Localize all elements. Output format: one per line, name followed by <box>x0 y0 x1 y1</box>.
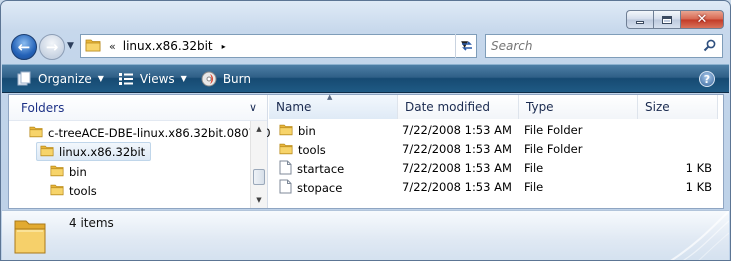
file-name-cell: stopace <box>279 178 342 197</box>
tree-item-bin[interactable]: bin <box>50 162 87 181</box>
folders-pane-header[interactable]: Folders ∨ <box>9 95 267 121</box>
file-icon <box>279 179 292 197</box>
folder-icon <box>279 123 293 139</box>
views-label: Views <box>139 71 175 86</box>
organize-label: Organize <box>38 71 92 86</box>
address-bar[interactable]: « linux.x86.32bit ▸ ▼ <box>80 34 477 58</box>
folder-icon <box>29 125 43 141</box>
content-area: Folders ∨ c-treeACE-DBE-linux.x86.32bit.… <box>8 93 724 209</box>
collapse-chevron-icon[interactable]: ∨ <box>249 101 257 114</box>
breadcrumb-arrow-icon[interactable]: ▸ <box>222 42 226 51</box>
file-date: 7/22/2008 1:53 AM <box>402 123 512 137</box>
file-date: 7/22/2008 1:53 AM <box>402 161 512 175</box>
sort-ascending-icon: ▲ <box>327 93 333 101</box>
file-name-cell: tools <box>279 140 326 159</box>
tree-item-label: c-treeACE-DBE-linux.x86.32bit.080730 <box>48 125 271 140</box>
column-header-label: Date modified <box>405 100 491 114</box>
file-name-cell: startace <box>279 159 344 178</box>
forward-button[interactable]: → <box>39 34 65 60</box>
help-button[interactable]: ? <box>699 71 715 87</box>
file-name: bin <box>298 123 316 138</box>
forward-arrow-icon: → <box>45 38 59 56</box>
file-row[interactable]: stopace 7/22/2008 1:53 AM File 1 KB <box>269 178 723 197</box>
views-icon <box>118 72 134 86</box>
maximize-icon <box>662 15 672 24</box>
close-button[interactable]: ✕ <box>680 10 724 29</box>
column-header-size[interactable]: Size <box>638 95 718 119</box>
details-pane: 4 items <box>2 210 730 260</box>
search-input[interactable] <box>491 39 691 53</box>
scrollbar-thumb[interactable] <box>253 169 265 185</box>
column-header-label: Name <box>276 100 312 114</box>
command-bar: Organize ▼ Views ▼ Burn ? <box>2 64 729 93</box>
explorer-window: ✕ ← → ▼ « linux.x86.32bit ▸ ▼ Organize ▼ <box>0 0 731 261</box>
file-row[interactable]: tools 7/22/2008 1:53 AM File Folder <box>269 140 723 159</box>
file-type: File Folder <box>524 142 583 156</box>
folder-icon <box>50 164 64 180</box>
folders-scrollbar[interactable]: ▲ ▼ <box>250 121 267 208</box>
folders-pane: Folders ∨ c-treeACE-DBE-linux.x86.32bit.… <box>9 95 271 208</box>
folders-pane-title: Folders <box>21 100 65 115</box>
column-header-date[interactable]: Date modified <box>398 95 519 119</box>
tree-item-label: bin <box>69 164 87 179</box>
column-header-label: Size <box>645 100 670 114</box>
address-current-folder[interactable]: linux.x86.32bit <box>123 39 213 53</box>
folder-icon <box>85 38 101 55</box>
file-name: stopace <box>297 180 343 195</box>
item-count: 4 items <box>69 216 114 230</box>
file-date: 7/22/2008 1:53 AM <box>402 142 512 156</box>
large-folder-icon <box>12 215 48 260</box>
tree-item-label: tools <box>69 183 97 198</box>
refresh-icon <box>461 41 472 51</box>
search-icon[interactable] <box>703 39 716 55</box>
column-header-label: Type <box>526 100 554 114</box>
tree-item-label: linux.x86.32bit <box>59 144 146 159</box>
file-size: 1 KB <box>685 161 712 175</box>
maximize-button[interactable] <box>653 10 680 29</box>
back-arrow-icon: ← <box>17 38 31 56</box>
folder-icon <box>50 183 64 199</box>
file-row[interactable]: startace 7/22/2008 1:53 AM File 1 KB <box>269 159 723 178</box>
decorative-swirl <box>649 210 730 260</box>
address-overflow-chevron[interactable]: « <box>109 40 116 53</box>
scroll-up-icon[interactable]: ▲ <box>251 121 267 137</box>
minimize-button[interactable] <box>626 10 653 29</box>
file-name: startace <box>297 161 345 176</box>
chevron-down-icon: ▼ <box>67 41 74 51</box>
back-button[interactable]: ← <box>11 34 37 60</box>
organize-icon <box>16 71 32 87</box>
organize-button[interactable]: Organize ▼ <box>16 68 104 90</box>
refresh-button[interactable] <box>455 34 477 58</box>
tree-item-root[interactable]: c-treeACE-DBE-linux.x86.32bit.080730 <box>29 123 271 142</box>
file-date: 7/22/2008 1:53 AM <box>402 180 512 194</box>
file-list: ▲ Name Date modified Type Size bin 7/22/… <box>269 93 723 208</box>
file-type: File Folder <box>524 123 583 137</box>
file-type: File <box>524 180 544 194</box>
file-size: 1 KB <box>685 180 712 194</box>
burn-label: Burn <box>222 71 251 86</box>
file-name-cell: bin <box>279 121 316 140</box>
file-name: tools <box>298 142 326 157</box>
search-box[interactable] <box>485 34 723 58</box>
file-row[interactable]: bin 7/22/2008 1:53 AM File Folder <box>269 121 723 140</box>
views-button[interactable]: Views ▼ <box>118 68 187 90</box>
burn-button[interactable]: Burn <box>201 68 251 90</box>
chevron-down-icon: ▼ <box>97 74 104 83</box>
folder-icon <box>279 142 293 158</box>
file-icon <box>279 160 292 178</box>
window-controls: ✕ <box>626 10 724 30</box>
chevron-down-icon: ▼ <box>180 74 187 83</box>
column-header-name[interactable]: ▲ Name <box>269 93 398 119</box>
help-icon: ? <box>703 72 711 86</box>
column-header-type[interactable]: Type <box>519 95 638 119</box>
tree-item-tools[interactable]: tools <box>50 181 97 200</box>
minimize-icon <box>636 21 644 24</box>
scroll-down-icon[interactable]: ▼ <box>251 192 267 208</box>
burn-icon <box>201 71 217 87</box>
file-type: File <box>524 161 544 175</box>
tree-item-linux-x86-32bit[interactable]: linux.x86.32bit <box>36 142 152 161</box>
folder-icon <box>40 144 54 160</box>
close-icon: ✕ <box>696 12 708 27</box>
recent-pages-dropdown[interactable]: ▼ <box>67 41 74 51</box>
